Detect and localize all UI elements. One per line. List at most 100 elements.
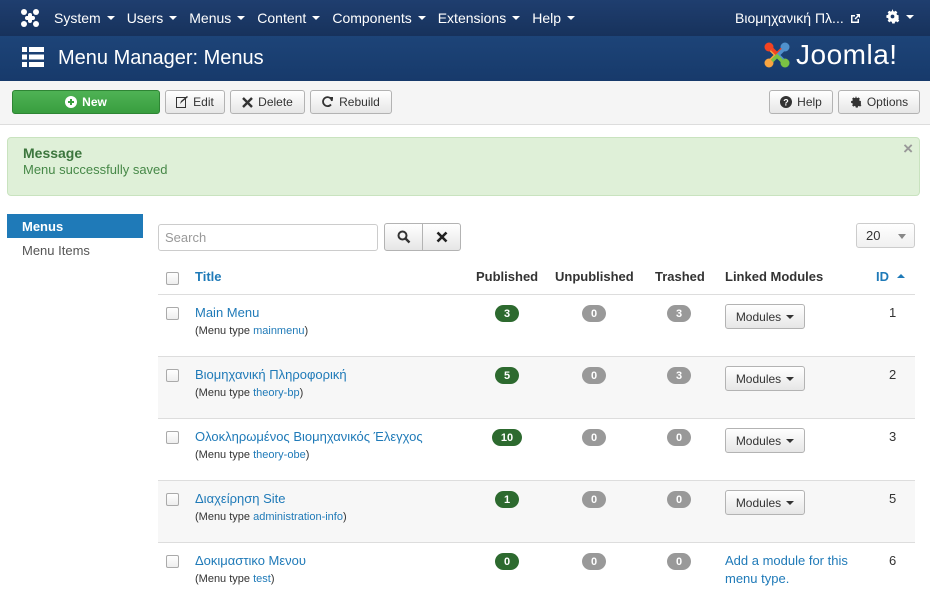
joomla-logo-icon bbox=[764, 42, 790, 68]
caret-down-icon bbox=[786, 376, 795, 381]
modules-dropdown-button[interactable]: Modules bbox=[725, 428, 805, 453]
menu-title-link[interactable]: Ολοκληρωμένος Βιομηχανικός Έλεγχος bbox=[195, 429, 423, 444]
menu-type-link[interactable]: theory-bp bbox=[253, 387, 299, 399]
caret-down-icon bbox=[312, 16, 321, 20]
row-id: 6 bbox=[889, 553, 897, 568]
published-count-badge[interactable]: 10 bbox=[492, 429, 522, 446]
trashed-count-badge[interactable]: 0 bbox=[667, 429, 691, 446]
modules-dropdown-button[interactable]: Modules bbox=[725, 366, 805, 391]
trashed-count-badge[interactable]: 3 bbox=[667, 367, 691, 384]
menu-content[interactable]: Content bbox=[257, 10, 321, 26]
column-title[interactable]: Title bbox=[195, 269, 222, 284]
trashed-count-badge[interactable]: 0 bbox=[667, 491, 691, 508]
main-menu: System Users Menus Content Components Ex… bbox=[54, 0, 587, 36]
unpublished-count-badge[interactable]: 0 bbox=[582, 491, 606, 508]
trashed-count-badge[interactable]: 0 bbox=[667, 553, 691, 570]
menu-type-link[interactable]: test bbox=[253, 573, 271, 585]
joomla-logo-text: Joomla! bbox=[796, 39, 898, 70]
row-checkbox[interactable] bbox=[166, 493, 179, 506]
success-message: Message Menu successfully saved × bbox=[7, 137, 920, 196]
search-input[interactable] bbox=[158, 224, 378, 251]
sidebar-item-menu-items[interactable]: Menu Items bbox=[7, 238, 143, 262]
menu-components[interactable]: Components bbox=[332, 10, 426, 26]
unpublished-count-badge[interactable]: 0 bbox=[582, 553, 606, 570]
menu-type: (Menu type administration-info) bbox=[195, 511, 347, 523]
external-link-icon bbox=[850, 13, 860, 23]
row-id: 2 bbox=[889, 367, 897, 382]
unpublished-count-badge[interactable]: 0 bbox=[582, 367, 606, 384]
gear-icon bbox=[886, 9, 900, 24]
caret-down-icon bbox=[417, 16, 426, 20]
menu-help[interactable]: Help bbox=[532, 10, 575, 26]
user-settings-menu[interactable] bbox=[885, 9, 914, 24]
column-id[interactable]: ID bbox=[876, 269, 905, 284]
search-icon bbox=[397, 230, 410, 244]
close-icon bbox=[436, 231, 447, 243]
close-icon[interactable]: × bbox=[903, 139, 913, 159]
search-button[interactable] bbox=[384, 223, 423, 251]
menu-title-link[interactable]: Βιομηχανική Πληροφορική bbox=[195, 367, 347, 382]
menu-menus[interactable]: Menus bbox=[189, 10, 246, 26]
options-button[interactable]: Options bbox=[838, 90, 920, 114]
edit-button[interactable]: Edit bbox=[165, 90, 225, 114]
unpublished-count-badge[interactable]: 0 bbox=[582, 429, 606, 446]
published-count-badge[interactable]: 3 bbox=[495, 305, 519, 322]
modules-dropdown-button[interactable]: Modules bbox=[725, 304, 805, 329]
refresh-icon bbox=[322, 96, 334, 108]
sort-ascending-icon bbox=[896, 273, 905, 278]
caret-down-icon bbox=[567, 16, 575, 20]
edit-icon bbox=[176, 96, 189, 108]
delete-button[interactable]: Delete bbox=[230, 90, 305, 114]
table-row: Main Menu (Menu type mainmenu) 3 0 3 Mod… bbox=[158, 295, 915, 357]
menu-title-link[interactable]: Δοκιμαστικο Μενου bbox=[195, 553, 306, 568]
published-count-badge[interactable]: 1 bbox=[495, 491, 519, 508]
menu-type: (Menu type theory-bp) bbox=[195, 387, 304, 399]
message-heading: Message bbox=[23, 145, 83, 161]
modules-dropdown-button[interactable]: Modules bbox=[725, 490, 805, 515]
menu-title-link[interactable]: Διαχείρηση Site bbox=[195, 491, 286, 506]
caret-down-icon bbox=[169, 16, 178, 20]
row-id: 1 bbox=[889, 305, 897, 320]
row-checkbox[interactable] bbox=[166, 555, 179, 568]
check-all-checkbox[interactable] bbox=[166, 272, 179, 285]
new-button[interactable]: New bbox=[12, 90, 160, 114]
menu-system[interactable]: System bbox=[54, 10, 115, 26]
joomla-icon[interactable] bbox=[20, 8, 40, 28]
published-count-badge[interactable]: 0 bbox=[495, 553, 519, 570]
list-limit-select[interactable]: 20 bbox=[856, 223, 915, 248]
menu-title-link[interactable]: Main Menu bbox=[195, 305, 259, 320]
column-trashed: Trashed bbox=[655, 269, 705, 284]
published-count-badge[interactable]: 5 bbox=[495, 367, 519, 384]
caret-down-icon bbox=[786, 438, 795, 443]
page-title: Menu Manager: Menus bbox=[58, 47, 264, 69]
table-row: Βιομηχανική Πληροφορική (Menu type theor… bbox=[158, 357, 915, 419]
menu-users[interactable]: Users bbox=[127, 10, 178, 26]
menu-type-link[interactable]: theory-obe bbox=[253, 449, 306, 461]
toolbar: New Edit Delete Rebuild ? Help Options bbox=[0, 81, 930, 125]
help-button[interactable]: ? Help bbox=[769, 90, 833, 114]
row-checkbox[interactable] bbox=[166, 431, 179, 444]
clear-search-button[interactable] bbox=[422, 223, 461, 251]
site-link[interactable]: Βιομηχανική Πλ... bbox=[735, 10, 861, 26]
rebuild-button[interactable]: Rebuild bbox=[310, 90, 392, 114]
row-checkbox[interactable] bbox=[166, 307, 179, 320]
plus-circle-icon bbox=[65, 96, 78, 108]
delete-icon bbox=[242, 96, 254, 108]
unpublished-count-badge[interactable]: 0 bbox=[582, 305, 606, 322]
add-module-link[interactable]: Add a module for this menu type. bbox=[725, 552, 865, 588]
row-id: 3 bbox=[889, 429, 897, 444]
menu-extensions[interactable]: Extensions bbox=[438, 10, 521, 26]
list-icon bbox=[22, 47, 44, 67]
message-text: Menu successfully saved bbox=[23, 162, 168, 177]
row-checkbox[interactable] bbox=[166, 369, 179, 382]
caret-down-icon bbox=[786, 500, 795, 505]
caret-down-icon bbox=[786, 314, 795, 319]
site-name: Βιομηχανική Πλ... bbox=[735, 10, 844, 26]
sidebar-item-menus[interactable]: Menus bbox=[7, 214, 143, 238]
joomla-logo: Joomla! bbox=[762, 39, 898, 71]
table-row: Ολοκληρωμένος Βιομηχανικός Έλεγχος (Menu… bbox=[158, 419, 915, 481]
menu-type-link[interactable]: mainmenu bbox=[253, 325, 304, 337]
page-header: Menu Manager: Menus Joomla! bbox=[0, 36, 930, 81]
menu-type-link[interactable]: administration-info bbox=[253, 511, 343, 523]
trashed-count-badge[interactable]: 3 bbox=[667, 305, 691, 322]
